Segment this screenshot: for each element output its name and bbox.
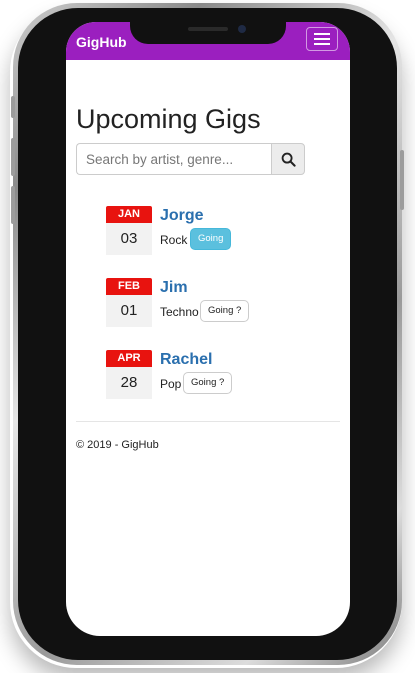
genre-label: Techno [160, 305, 199, 319]
artist-link[interactable]: Jorge [160, 207, 204, 225]
search-input[interactable] [76, 143, 271, 175]
phone-screen: GigHub Upcoming Gigs JAN 03 Jorge Rock G… [66, 22, 350, 636]
front-camera [238, 25, 246, 33]
calendar-badge: FEB 01 [106, 278, 152, 327]
gig-item: JAN 03 Jorge Rock Going [106, 206, 326, 256]
artist-link[interactable]: Jim [160, 279, 188, 297]
calendar-month: JAN [106, 206, 152, 223]
search-icon [281, 152, 296, 167]
going-toggle-button[interactable]: Going ? [183, 372, 233, 394]
gig-item: APR 28 Rachel Pop Going ? [106, 350, 326, 400]
calendar-day: 28 [106, 367, 152, 399]
speaker-grille [188, 27, 228, 31]
search-group [76, 143, 305, 175]
mute-switch [11, 96, 15, 118]
artist-link[interactable]: Rachel [160, 351, 212, 369]
hamburger-menu-icon[interactable] [306, 27, 338, 51]
power-button [400, 150, 404, 210]
footer-text: © 2019 - GigHub [76, 439, 159, 451]
calendar-month: APR [106, 350, 152, 367]
genre-label: Rock [160, 233, 188, 247]
page-title: Upcoming Gigs [76, 104, 261, 134]
brand-logo[interactable]: GigHub [76, 34, 127, 50]
calendar-badge: APR 28 [106, 350, 152, 399]
phone-notch [130, 22, 286, 44]
volume-up-button [11, 138, 15, 176]
calendar-badge: JAN 03 [106, 206, 152, 255]
calendar-day: 03 [106, 223, 152, 255]
search-button[interactable] [271, 143, 305, 175]
going-toggle-button[interactable]: Going ? [200, 300, 250, 322]
calendar-month: FEB [106, 278, 152, 295]
footer-divider [76, 421, 340, 422]
going-toggle-button[interactable]: Going [190, 228, 232, 250]
genre-label: Pop [160, 377, 182, 391]
volume-down-button [11, 186, 15, 224]
gig-item: FEB 01 Jim Techno Going ? [106, 278, 326, 328]
calendar-day: 01 [106, 295, 152, 327]
